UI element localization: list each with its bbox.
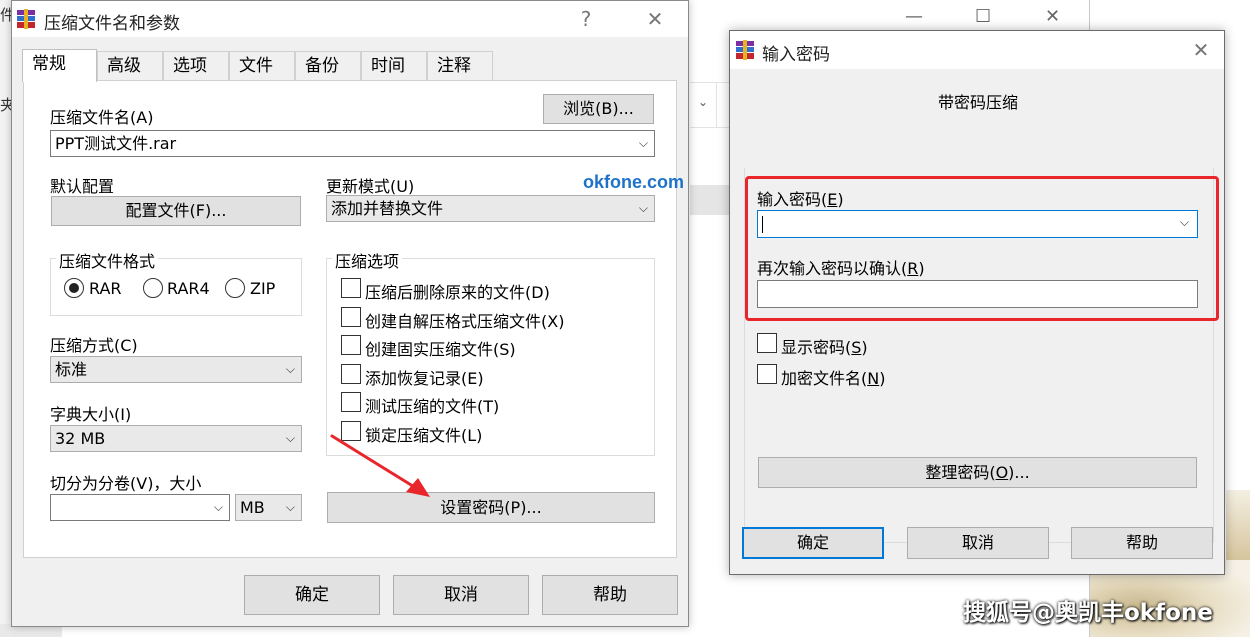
chevron-down-icon[interactable]: ⌵	[214, 495, 223, 520]
update-mode-value: 添加并替换文件	[331, 199, 444, 218]
background-close-button[interactable]: ✕	[1045, 8, 1060, 26]
archive-name-value: PPT测试文件.rar	[55, 134, 177, 153]
chevron-down-icon[interactable]: ⌄	[690, 95, 716, 109]
help-button[interactable]: ?	[563, 1, 609, 37]
highlight-box	[745, 176, 1219, 321]
method-select[interactable]: 标准 ⌵	[50, 356, 302, 383]
desktop-wallpaper	[1226, 490, 1250, 560]
option-delete-files[interactable]: 压缩后删除原来的文件(D)	[365, 279, 550, 303]
option-checkbox[interactable]	[341, 307, 361, 327]
background-minimize-button[interactable]: —	[905, 8, 923, 26]
chevron-down-icon[interactable]: ⌵	[286, 426, 295, 451]
close-button[interactable]: ✕	[1178, 32, 1224, 68]
format-zip-label[interactable]: ZIP	[250, 279, 275, 298]
method-value: 标准	[55, 360, 88, 379]
profiles-button[interactable]: 配置文件(F)...	[51, 196, 301, 226]
encrypt-filenames-label[interactable]: 加密文件名(N)	[781, 365, 885, 389]
tab-comment[interactable]: 注释	[427, 51, 493, 81]
tab-backup[interactable]: 备份	[295, 51, 361, 81]
show-password-label[interactable]: 显示密码(S)	[781, 334, 868, 358]
option-checkbox[interactable]	[341, 278, 361, 298]
chevron-down-icon[interactable]: ⌵	[286, 357, 295, 382]
tab-files[interactable]: 文件	[229, 51, 295, 81]
annotation-arrow	[330, 434, 430, 497]
dialog-title: 压缩文件名和参数	[44, 14, 180, 34]
format-rar-radio[interactable]	[64, 278, 84, 298]
organize-passwords-button[interactable]: 整理密码(O)...	[758, 457, 1197, 488]
winrar-icon	[17, 9, 35, 29]
chevron-down-icon[interactable]: ⌵	[639, 131, 648, 156]
dict-size-value: 32 MB	[55, 429, 106, 448]
option-solid[interactable]: 创建固实压缩文件(S)	[365, 336, 516, 360]
format-group-title: 压缩文件格式	[56, 248, 159, 272]
tab-general[interactable]: 常规	[22, 49, 97, 82]
encrypt-filenames-checkbox[interactable]	[757, 364, 777, 384]
help-button[interactable]: 帮助	[542, 575, 678, 615]
update-mode-select[interactable]: 添加并替换文件 ⌵	[326, 195, 655, 222]
tab-time[interactable]: 时间	[361, 51, 427, 81]
option-test-files[interactable]: 测试压缩的文件(T)	[365, 393, 499, 417]
background-maximize-button[interactable]: ☐	[975, 8, 991, 26]
chevron-down-icon[interactable]: ⌵	[286, 495, 295, 520]
format-rar4-radio[interactable]	[143, 278, 163, 298]
site-watermark: okfone.com	[583, 172, 685, 192]
option-checkbox[interactable]	[341, 392, 361, 412]
source-watermark: 搜狐号@奥凯丰okfone	[963, 600, 1213, 626]
dict-size-label: 字典大小(I)	[50, 405, 132, 424]
format-zip-radio[interactable]	[225, 278, 245, 298]
archive-name-combo[interactable]: PPT测试文件.rar ⌵	[50, 130, 655, 157]
close-button[interactable]: ✕	[632, 1, 678, 37]
dict-size-select[interactable]: 32 MB ⌵	[50, 425, 302, 452]
split-unit-value: MB	[240, 498, 265, 517]
split-volume-label: 切分为分卷(V)，大小	[50, 474, 202, 493]
show-password-checkbox[interactable]	[757, 333, 777, 353]
dialog-title: 输入密码	[762, 45, 830, 65]
cancel-button[interactable]: 取消	[393, 575, 529, 615]
chevron-down-icon[interactable]: ⌵	[639, 196, 648, 221]
split-volume-combo[interactable]: ⌵	[50, 494, 230, 521]
browse-button[interactable]: 浏览(B)...	[543, 94, 654, 124]
default-profile-label: 默认配置	[50, 177, 115, 196]
format-rar4-label[interactable]: RAR4	[167, 279, 210, 298]
archive-parameters-dialog: 压缩文件名和参数 ? ✕ 常规 高级 选项 文件 备份 时间 注释 压缩文件名(…	[11, 0, 689, 627]
winrar-icon	[736, 40, 754, 60]
title-bar[interactable]: 压缩文件名和参数 ? ✕	[12, 1, 688, 37]
option-recovery-record[interactable]: 添加恢复记录(E)	[365, 365, 484, 389]
format-rar-label[interactable]: RAR	[89, 279, 122, 298]
ok-button[interactable]: 确定	[244, 575, 380, 615]
password-heading: 带密码压缩	[937, 93, 1018, 112]
toolbar-divider	[716, 83, 717, 127]
options-group-title: 压缩选项	[332, 248, 403, 272]
split-unit-select[interactable]: MB ⌵	[235, 494, 302, 521]
tab-options[interactable]: 选项	[163, 51, 229, 81]
option-checkbox[interactable]	[341, 335, 361, 355]
ok-button[interactable]: 确定	[742, 527, 884, 559]
method-label: 压缩方式(C)	[50, 336, 138, 355]
option-sfx[interactable]: 创建自解压格式压缩文件(X)	[365, 308, 564, 332]
archive-name-label: 压缩文件名(A)	[50, 108, 154, 127]
title-bar[interactable]: 输入密码 ✕	[730, 31, 1224, 69]
help-button[interactable]: 帮助	[1071, 527, 1213, 559]
cancel-button[interactable]: 取消	[907, 527, 1049, 559]
tab-advanced[interactable]: 高级	[97, 51, 163, 81]
update-mode-label: 更新模式(U)	[326, 177, 415, 196]
option-checkbox[interactable]	[341, 364, 361, 384]
